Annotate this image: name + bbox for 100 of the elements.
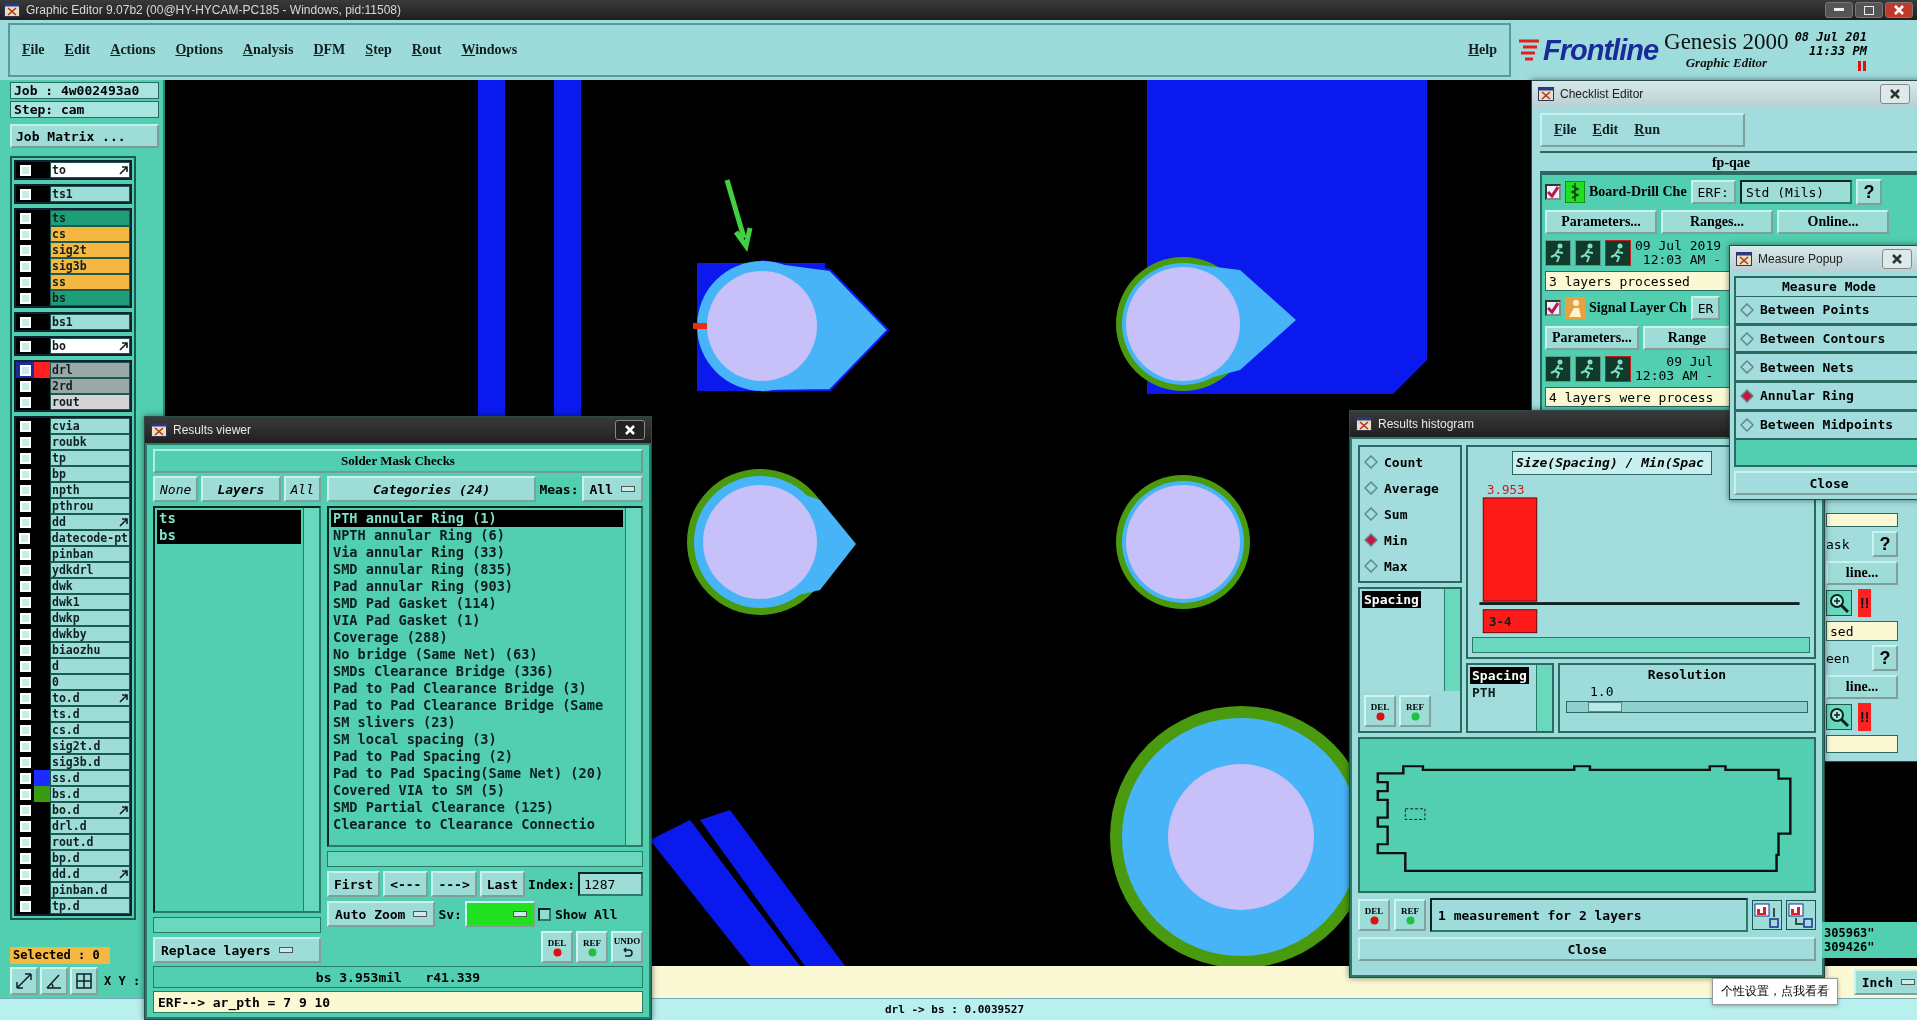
vertical-scrollbar[interactable]: [625, 508, 641, 845]
layer-name[interactable]: sig3b.d: [50, 754, 130, 770]
category-item[interactable]: Pad annular Ring (903): [331, 578, 623, 595]
layer-name[interactable]: bs: [50, 290, 130, 306]
layer-name[interactable]: bp.d: [50, 850, 130, 866]
layer-filter-button[interactable]: All: [283, 476, 321, 502]
check-action-button[interactable]: Range: [1642, 326, 1731, 350]
category-item[interactable]: SMD annular Ring (835): [331, 561, 623, 578]
close-button[interactable]: [1880, 84, 1910, 104]
layer-name[interactable]: dwk: [50, 578, 130, 594]
runner-icon[interactable]: [1575, 356, 1601, 382]
layer-name[interactable]: tp.d: [50, 898, 130, 914]
close-button[interactable]: [615, 420, 645, 440]
menu-item[interactable]: Options: [175, 40, 223, 60]
layer-name[interactable]: ts: [50, 210, 130, 226]
runner-icon[interactable]: [1545, 240, 1571, 266]
check-action-button[interactable]: Ranges...: [1661, 210, 1773, 234]
menu-item[interactable]: Run: [1634, 120, 1660, 140]
layer-name[interactable]: bo: [50, 338, 130, 354]
radio-indicator[interactable]: [1740, 417, 1754, 432]
category-item[interactable]: Coverage (288): [331, 629, 623, 646]
check-action-button[interactable]: Parameters...: [1545, 326, 1639, 350]
layer-name[interactable]: cs: [50, 226, 130, 242]
category-item[interactable]: Clearance to Clearance Connectio: [331, 816, 623, 833]
layer-name[interactable]: sig3b: [50, 258, 130, 274]
layer-name[interactable]: 0: [50, 674, 130, 690]
layer-name[interactable]: roubk: [50, 434, 130, 450]
horizontal-scrollbar[interactable]: [1472, 637, 1810, 653]
layer-name[interactable]: sig2t: [50, 242, 130, 258]
category-item[interactable]: VIA Pad Gasket (1): [331, 612, 623, 629]
category-item[interactable]: SM slivers (23): [331, 714, 623, 731]
help-button[interactable]: ?: [1872, 645, 1898, 671]
statistic-option[interactable]: Average: [1364, 477, 1456, 499]
layer-name[interactable]: dwkp: [50, 610, 130, 626]
checkbox[interactable]: [1545, 300, 1561, 316]
histogram-icon[interactable]: [1752, 900, 1782, 930]
close-button[interactable]: [1882, 249, 1912, 269]
minimize-button[interactable]: [1825, 2, 1853, 18]
vertical-scrollbar[interactable]: [1444, 589, 1460, 691]
layer-name[interactable]: to: [50, 162, 130, 178]
category-item[interactable]: SMDs Clearance Bridge (336): [331, 663, 623, 680]
navigation-button[interactable]: <---: [383, 871, 429, 897]
check-action-button[interactable]: line...: [1826, 561, 1898, 585]
menu-item[interactable]: Edit: [64, 40, 91, 60]
menu-item[interactable]: Actions: [110, 40, 156, 60]
layer-filter-button[interactable]: Layers: [201, 476, 281, 502]
units-dropdown[interactable]: Inch: [1853, 969, 1917, 995]
layer-name[interactable]: rout: [50, 394, 130, 410]
horizontal-scrollbar[interactable]: [153, 917, 321, 933]
radio-indicator[interactable]: [1740, 360, 1754, 375]
menu-item[interactable]: Analysis: [242, 40, 294, 60]
erf-button[interactable]: een: [1826, 650, 1850, 666]
statistic-option[interactable]: Count: [1364, 451, 1456, 473]
radio-indicator[interactable]: [1364, 481, 1378, 495]
zoom-mode-dropdown[interactable]: Auto Zoom: [327, 901, 436, 927]
layer-name[interactable]: ts.d: [50, 706, 130, 722]
radio-indicator[interactable]: [1740, 388, 1754, 403]
layer-name[interactable]: d: [50, 658, 130, 674]
categories-button[interactable]: Categories (24): [327, 476, 537, 502]
measure-item[interactable]: Spacing: [1362, 591, 1421, 608]
vertical-scrollbar[interactable]: [1536, 665, 1552, 731]
zoom-icon[interactable]: [1826, 590, 1852, 616]
check-action-button[interactable]: Parameters...: [1545, 210, 1657, 234]
radio-indicator[interactable]: [1740, 331, 1754, 346]
category-item[interactable]: Pad to Pad Spacing(Same Net) (20): [331, 765, 623, 782]
histogram-icon[interactable]: [1786, 900, 1816, 930]
erf-field[interactable]: Std (Mils): [1739, 180, 1852, 204]
category-item[interactable]: No bridge (Same Net) (63): [331, 646, 623, 663]
layer-name[interactable]: 2rd: [50, 378, 130, 394]
category-item[interactable]: Pad to Pad Clearance Bridge (3): [331, 680, 623, 697]
layer-name[interactable]: tp: [50, 450, 130, 466]
help-menu[interactable]: Help: [1468, 40, 1497, 60]
layer-name[interactable]: to.d: [50, 690, 130, 706]
layer-name[interactable]: ss: [50, 274, 130, 290]
tool-button[interactable]: [40, 967, 68, 995]
layer-name[interactable]: datecode-pt: [49, 530, 130, 546]
layer-name[interactable]: biaozhu: [50, 642, 130, 658]
layer-checkbox[interactable]: [16, 362, 34, 378]
radio-indicator[interactable]: [1740, 302, 1754, 317]
tool-button[interactable]: DEL: [541, 931, 573, 963]
layer-name[interactable]: dd.d: [50, 866, 130, 882]
runner-icon[interactable]: [1605, 356, 1631, 382]
close-button[interactable]: Close: [1734, 471, 1917, 495]
measure-mode-option[interactable]: Between Contours: [1734, 324, 1917, 354]
replace-mode-dropdown[interactable]: Replace layers: [153, 937, 321, 963]
statistic-option[interactable]: Min: [1364, 529, 1456, 551]
menu-item[interactable]: Step: [365, 40, 392, 60]
layer-name[interactable]: drl.d: [50, 818, 130, 834]
layer-item[interactable]: bs: [157, 527, 301, 544]
help-button[interactable]: ?: [1872, 531, 1898, 557]
layer-name[interactable]: dwk1: [50, 594, 130, 610]
radio-indicator[interactable]: [1364, 455, 1378, 469]
tool-button[interactable]: REF: [1394, 899, 1426, 931]
layer-name[interactable]: npth: [50, 482, 130, 498]
layer-name[interactable]: pthrou: [50, 498, 130, 514]
tool-button[interactable]: DEL: [1364, 695, 1396, 727]
close-button[interactable]: [1885, 2, 1913, 18]
layer-name[interactable]: drl: [50, 362, 130, 378]
layer-name[interactable]: pinban: [50, 546, 130, 562]
category-item[interactable]: PTH annular Ring (1): [331, 510, 623, 527]
